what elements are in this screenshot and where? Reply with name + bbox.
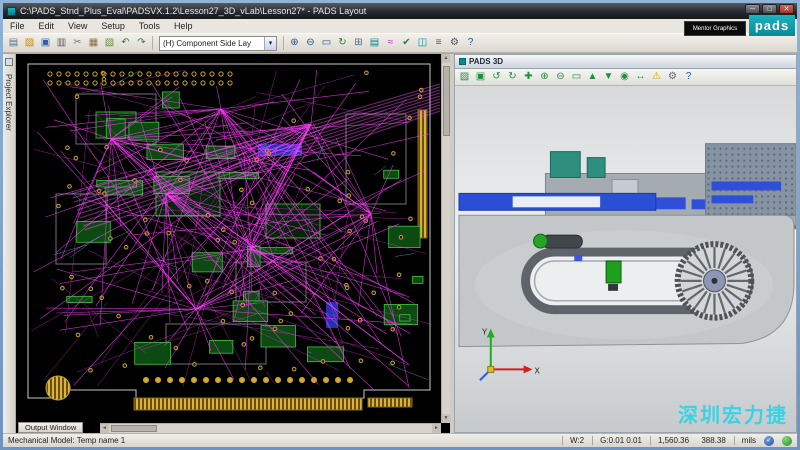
toolbar-separator: [283, 36, 284, 50]
pads-logo: pads: [749, 15, 795, 36]
cut-icon[interactable]: ✂: [70, 35, 85, 51]
x-axis-label: X: [535, 366, 541, 375]
menu-item-help[interactable]: Help: [167, 21, 200, 31]
toolbar-icons-left: ▤▨▣▥✂▦▧↶↷: [6, 35, 149, 51]
project-explorer-label: Project Explorer: [4, 74, 13, 131]
open-file-icon[interactable]: ▨: [22, 35, 37, 51]
pads-layout-window: C:\PADS_Stnd_Plus_Eval\PADSVX.1.2\Lesson…: [0, 0, 800, 450]
pads-3d-panel: PADS 3D ▨▣↺↻✚⊕⊖▭▲▼◉↔⚠⚙?: [454, 54, 797, 433]
paste-icon[interactable]: ▧: [102, 35, 117, 51]
title-bar[interactable]: C:\PADS_Stnd_Plus_Eval\PADSVX.1.2\Lesson…: [3, 3, 797, 19]
menu-item-tools[interactable]: Tools: [132, 21, 167, 31]
brand-logos: Mentor Graphics pads: [684, 15, 795, 36]
save-3d-icon[interactable]: ▣: [473, 69, 488, 85]
main-toolbar: ▤▨▣▥✂▦▧↶↷ (H) Component Side Lay ▾ ⊕⊖▭↻⊞…: [3, 33, 797, 53]
status-message: Mechanical Model: Temp name 1: [8, 436, 554, 445]
design-rules-icon[interactable]: ≡: [431, 35, 446, 51]
snapshot-icon[interactable]: ◉: [617, 69, 632, 85]
view-3d-icon[interactable]: ◫: [415, 35, 430, 51]
warning-icon[interactable]: ⚠: [649, 69, 664, 85]
watermark: 深圳宏力捷: [678, 399, 788, 428]
copy-icon[interactable]: ▦: [86, 35, 101, 51]
rotate-right-icon[interactable]: ↻: [505, 69, 520, 85]
window-title: C:\PADS_Stnd_Plus_Eval\PADSVX.1.2\Lesson…: [20, 6, 366, 16]
status-grid: G:0.01 0.01: [592, 436, 642, 445]
zoom-out-icon[interactable]: ⊖: [303, 35, 318, 51]
close-button[interactable]: ✕: [779, 4, 794, 14]
toolbar-separator: [152, 36, 153, 50]
canvas-horizontal-scrollbar[interactable]: ◄ ►: [100, 423, 441, 433]
scroll-left-icon[interactable]: ◄: [100, 424, 109, 433]
zoom-in-icon[interactable]: ⊕: [287, 35, 302, 51]
scroll-down-icon[interactable]: ▼: [442, 414, 450, 423]
status-bar: Mechanical Model: Temp name 1 W:2 G:0.01…: [3, 433, 797, 447]
horizontal-scroll-thumb[interactable]: [111, 425, 157, 432]
redraw-icon[interactable]: ↻: [335, 35, 350, 51]
3d-viewport[interactable]: Y X: [455, 86, 796, 432]
open-3d-icon[interactable]: ▨: [457, 69, 472, 85]
menu-item-view[interactable]: View: [61, 21, 94, 31]
view-bottom-icon[interactable]: ▼: [601, 69, 616, 85]
layer-selector[interactable]: (H) Component Side Lay ▾: [159, 36, 277, 51]
panel-tab-icon: [5, 58, 13, 66]
pads-3d-toolbar: ▨▣↺↻✚⊕⊖▭▲▼◉↔⚠⚙?: [455, 69, 796, 86]
layer-selector-value: (H) Component Side Lay: [163, 39, 251, 48]
rotate-left-icon[interactable]: ↺: [489, 69, 504, 85]
pan-icon[interactable]: ✚: [521, 69, 536, 85]
project-explorer-tab[interactable]: Project Explorer: [3, 54, 16, 433]
save-file-icon[interactable]: ▣: [38, 35, 53, 51]
output-window-button[interactable]: Output Window: [18, 422, 83, 433]
measure-3d-icon[interactable]: ↔: [633, 69, 648, 85]
scroll-up-icon[interactable]: ▲: [442, 54, 450, 63]
chevron-down-icon[interactable]: ▾: [264, 37, 276, 50]
menu-item-file[interactable]: File: [3, 21, 32, 31]
undo-icon[interactable]: ↶: [118, 35, 133, 51]
route-icon[interactable]: ≈: [383, 35, 398, 51]
toolbar-icons-right: ⊕⊖▭↻⊞▤≈✔◫≡⚙?: [287, 35, 478, 51]
view-top-icon[interactable]: ▲: [585, 69, 600, 85]
status-x-coordinate: 1,560.36: [658, 436, 689, 445]
menu-item-setup[interactable]: Setup: [94, 21, 132, 31]
verify-design-icon[interactable]: ✔: [399, 35, 414, 51]
app-icon: [7, 7, 16, 16]
pads-3d-header[interactable]: PADS 3D: [455, 55, 796, 69]
vertical-scroll-thumb[interactable]: [443, 66, 450, 136]
3d-viewport-container: Y X 深圳宏力捷: [455, 86, 796, 432]
canvas-vertical-scrollbar[interactable]: ▲ ▼: [441, 54, 450, 423]
mentor-graphics-logo: Mentor Graphics: [684, 21, 746, 36]
settings-3d-icon[interactable]: ⚙: [665, 69, 680, 85]
status-units[interactable]: mils: [734, 436, 756, 445]
status-coordinates: 1,560.36 388.38: [650, 436, 726, 445]
new-document-icon[interactable]: ▤: [6, 35, 21, 51]
menu-item-edit[interactable]: Edit: [32, 21, 62, 31]
options-icon[interactable]: ⚙: [447, 35, 462, 51]
status-indicator-green[interactable]: [782, 436, 792, 446]
layout-canvas-area: ▲ ▼ Output Window ◄ ►: [16, 54, 450, 433]
window-controls: ─ □ ✕: [745, 4, 794, 14]
zoom-fit-3d-icon[interactable]: ▭: [569, 69, 584, 85]
y-axis-label: Y: [482, 328, 488, 337]
maximize-button[interactable]: □: [762, 4, 777, 14]
status-width: W:2: [562, 436, 584, 445]
pads-3d-icon: [459, 58, 466, 65]
grid-icon[interactable]: ⊞: [351, 35, 366, 51]
pcb-canvas[interactable]: [16, 54, 441, 423]
zoom-in-3d-icon[interactable]: ⊕: [537, 69, 552, 85]
minimize-button[interactable]: ─: [745, 4, 760, 14]
status-y-coordinate: 388.38: [701, 436, 725, 445]
help-icon[interactable]: ?: [463, 35, 478, 51]
print-icon[interactable]: ▥: [54, 35, 69, 51]
status-indicator-blue[interactable]: ✓: [764, 436, 774, 446]
menu-bar: File Edit View Setup Tools Help: [3, 19, 797, 33]
zoom-board-icon[interactable]: ▭: [319, 35, 334, 51]
layers-icon[interactable]: ▤: [367, 35, 382, 51]
pads-3d-title: PADS 3D: [469, 57, 503, 66]
scroll-right-icon[interactable]: ►: [432, 424, 441, 433]
help-3d-icon[interactable]: ?: [681, 69, 696, 85]
zoom-out-3d-icon[interactable]: ⊖: [553, 69, 568, 85]
redo-icon[interactable]: ↷: [134, 35, 149, 51]
